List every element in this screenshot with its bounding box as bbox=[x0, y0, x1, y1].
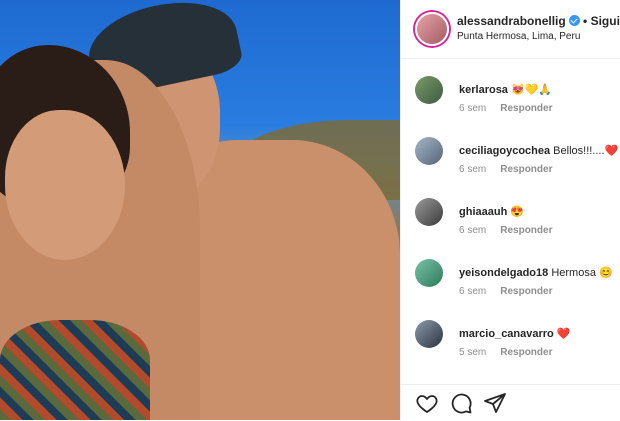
commenter-avatar[interactable] bbox=[415, 320, 443, 348]
comment-item: kerlarosa 😻💛🙏 6 sem Responder bbox=[401, 76, 620, 136]
commenter-avatar[interactable] bbox=[415, 137, 443, 165]
comment-time[interactable]: 6 sem bbox=[459, 164, 486, 175]
comment-body: Hermosa 😊 bbox=[551, 267, 613, 279]
comment-username[interactable]: ceciliagoycochea bbox=[459, 145, 550, 157]
post-location[interactable]: Punta Hermosa, Lima, Peru bbox=[457, 31, 580, 42]
author-username[interactable]: alessandrabonellig bbox=[457, 14, 566, 28]
reply-button[interactable]: Responder bbox=[500, 164, 552, 175]
post-photo[interactable] bbox=[0, 0, 400, 420]
comment-time[interactable]: 6 sem bbox=[459, 103, 486, 114]
comment-time[interactable]: 6 sem bbox=[459, 225, 486, 236]
commenter-avatar[interactable] bbox=[415, 198, 443, 226]
reply-button[interactable]: Responder bbox=[500, 103, 552, 114]
comment-meta: 5 sem Responder bbox=[459, 347, 566, 358]
comment-body: Bellos!!!....❤️ bbox=[553, 145, 619, 157]
post-header: alessandrabonellig • Siguiendo Punta Her… bbox=[401, 0, 620, 59]
reply-button[interactable]: Responder bbox=[500, 347, 552, 358]
follow-status[interactable]: • Siguiendo bbox=[583, 14, 620, 28]
comment-body: 😍 bbox=[510, 206, 525, 218]
comment-item: ceciliagoycochea Bellos!!!....❤️ 6 sem Re… bbox=[401, 137, 620, 197]
post-actions-bar bbox=[401, 384, 620, 421]
comment-body: ❤️ bbox=[556, 328, 571, 340]
commenter-avatar[interactable] bbox=[415, 259, 443, 287]
send-icon[interactable] bbox=[483, 391, 507, 415]
comment-text-line: ghiaaauh 😍 bbox=[459, 205, 524, 218]
comment-text-line: marcio_canavarro ❤️ bbox=[459, 327, 571, 340]
reply-button[interactable]: Responder bbox=[500, 286, 552, 297]
comment-text-line: yeisondelgado18 Hermosa 😊 bbox=[459, 266, 613, 279]
author-avatar[interactable] bbox=[415, 12, 449, 46]
comment-username[interactable]: ghiaaauh bbox=[459, 206, 507, 218]
verified-icon bbox=[568, 15, 580, 26]
comment-item: yeisondelgado18 Hermosa 😊 6 sem Responder bbox=[401, 259, 620, 319]
photo-woman-face bbox=[5, 110, 125, 260]
comment-username[interactable]: kerlarosa bbox=[459, 84, 508, 96]
comment-icon[interactable] bbox=[449, 391, 473, 415]
commenter-avatar[interactable] bbox=[415, 76, 443, 104]
comment-meta: 6 sem Responder bbox=[459, 225, 566, 236]
comment-meta: 6 sem Responder bbox=[459, 103, 566, 114]
comment-time[interactable]: 5 sem bbox=[459, 347, 486, 358]
comment-username[interactable]: yeisondelgado18 bbox=[459, 267, 548, 279]
author-line: alessandrabonellig • Siguiendo bbox=[457, 14, 620, 28]
photo-bikini bbox=[0, 320, 150, 420]
comment-item: ghiaaauh 😍 6 sem Responder bbox=[401, 198, 620, 258]
heart-icon[interactable] bbox=[415, 391, 439, 415]
comment-body: 😻💛🙏 bbox=[511, 84, 553, 96]
comment-text-line: ceciliagoycochea Bellos!!!....❤️ bbox=[459, 144, 618, 157]
comment-username[interactable]: marcio_canavarro bbox=[459, 328, 554, 340]
comment-meta: 6 sem Responder bbox=[459, 164, 566, 175]
comment-text-line: kerlarosa 😻💛🙏 bbox=[459, 83, 552, 96]
comment-item: marcio_canavarro ❤️ 5 sem Responder bbox=[401, 320, 620, 380]
comment-time[interactable]: 6 sem bbox=[459, 286, 486, 297]
reply-button[interactable]: Responder bbox=[500, 225, 552, 236]
post-side-panel: alessandrabonellig • Siguiendo Punta Her… bbox=[400, 0, 620, 420]
comment-meta: 6 sem Responder bbox=[459, 286, 566, 297]
